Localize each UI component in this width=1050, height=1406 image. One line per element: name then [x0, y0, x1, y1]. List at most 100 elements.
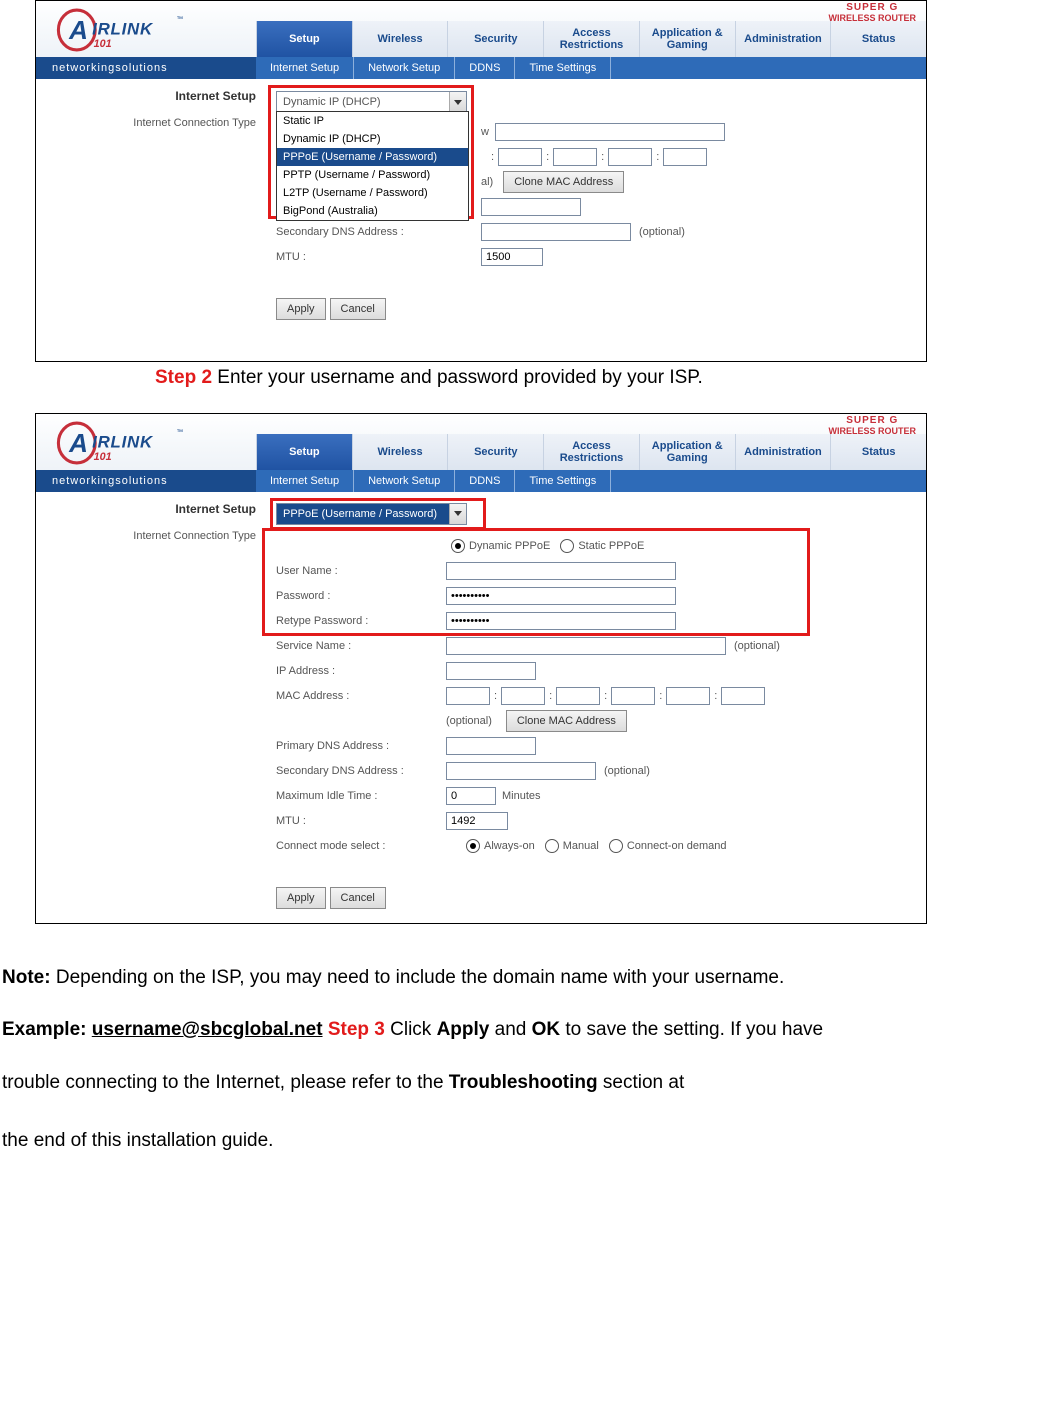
optional-label: (optional) — [631, 226, 685, 238]
brand-logo: A IRLINK 101 ™ — [36, 1, 256, 57]
router-header: A IRLINK 101 ™ networkingsolutions SUPER… — [36, 1, 926, 79]
brand-tagline: networkingsolutions — [36, 57, 256, 79]
idle-unit: Minutes — [496, 790, 541, 802]
sub-nav-2: Internet Setup Network Setup DDNS Time S… — [256, 470, 926, 492]
subnav-ddns-2[interactable]: DDNS — [455, 470, 515, 492]
brand-tagline-2: networkingsolutions — [36, 470, 256, 492]
example-email: username@sbcglobal.net — [92, 1019, 323, 1040]
tab-app-gaming-2[interactable]: Application & Gaming — [639, 434, 735, 470]
mtu-label-2: MTU : — [276, 815, 446, 827]
tab-status-2[interactable]: Status — [830, 434, 926, 470]
section-title: Internet Setup — [36, 87, 256, 111]
svg-text:A: A — [68, 428, 88, 458]
opt-pppoe[interactable]: PPPoE (Username / Password) — [277, 148, 468, 166]
secondary-dns-input-2[interactable] — [446, 762, 596, 780]
subnav-internet-setup-2[interactable]: Internet Setup — [256, 470, 354, 492]
connection-type-select[interactable]: Dynamic IP (DHCP) — [276, 91, 467, 113]
sub-nav: Internet Setup Network Setup DDNS Time S… — [256, 57, 926, 79]
radio-on-demand[interactable]: Connect-on demand — [609, 839, 727, 853]
tab-wireless[interactable]: Wireless — [352, 21, 448, 57]
tab-wireless-2[interactable]: Wireless — [352, 434, 448, 470]
max-idle-input[interactable] — [446, 787, 496, 805]
max-idle-label: Maximum Idle Time : — [276, 790, 446, 802]
tab-access-restrictions[interactable]: Access Restrictions — [543, 21, 639, 57]
tab-administration-2[interactable]: Administration — [735, 434, 831, 470]
svg-text:A: A — [68, 15, 88, 45]
connect-mode-label: Connect mode select : — [276, 840, 446, 852]
mac-4[interactable] — [611, 687, 655, 705]
subnav-internet-setup[interactable]: Internet Setup — [256, 57, 354, 79]
service-name-input[interactable] — [446, 637, 726, 655]
tab-access-restrictions-2[interactable]: Access Restrictions — [543, 434, 639, 470]
mac-seg-6[interactable] — [663, 148, 707, 166]
radio-manual[interactable]: Manual — [545, 839, 599, 853]
subnav-time-settings[interactable]: Time Settings — [515, 57, 611, 79]
mac-1[interactable] — [446, 687, 490, 705]
secondary-dns-label: Secondary DNS Address : — [276, 226, 481, 238]
main-nav-2: Setup Wireless Security Access Restricti… — [256, 434, 926, 470]
mac-address-label: MAC Address : — [276, 690, 446, 702]
conn-type-label-2: Internet Connection Type — [36, 524, 256, 542]
superg-badge-2: SUPER G WIRELESS ROUTER — [828, 416, 916, 436]
note-block: Note: Depending on the ISP, you may need… — [0, 924, 1050, 1190]
primary-dns-input-frag[interactable] — [481, 198, 581, 216]
tab-setup[interactable]: Setup — [256, 21, 352, 57]
highlight-box-credentials — [262, 528, 810, 636]
tab-administration[interactable]: Administration — [735, 21, 831, 57]
secondary-dns-label-2: Secondary DNS Address : — [276, 765, 446, 777]
mtu-input-2[interactable] — [446, 812, 508, 830]
primary-dns-input[interactable] — [446, 737, 536, 755]
svg-text:IRLINK: IRLINK — [92, 20, 154, 39]
hostname-input[interactable] — [495, 123, 725, 141]
connection-type-dropdown: Static IP Dynamic IP (DHCP) PPPoE (Usern… — [276, 111, 469, 221]
opt-bigpond[interactable]: BigPond (Australia) — [277, 202, 468, 220]
tab-security-2[interactable]: Security — [447, 434, 543, 470]
primary-dns-label: Primary DNS Address : — [276, 740, 446, 752]
superg-badge: SUPER G WIRELESS ROUTER — [828, 3, 916, 23]
mac-5[interactable] — [666, 687, 710, 705]
svg-text:™: ™ — [176, 428, 183, 435]
mac-6[interactable] — [721, 687, 765, 705]
chevron-down-icon[interactable] — [449, 92, 466, 112]
radio-always-on[interactable]: Always-on — [466, 839, 535, 853]
tab-status[interactable]: Status — [830, 21, 926, 57]
cancel-button[interactable]: Cancel — [330, 298, 386, 320]
mac-2[interactable] — [501, 687, 545, 705]
hostname-fragment: w — [481, 126, 489, 138]
service-name-label: Service Name : — [276, 640, 446, 652]
mac-seg-3[interactable] — [498, 148, 542, 166]
cancel-button-2[interactable]: Cancel — [330, 887, 386, 909]
optional-sdns: (optional) — [596, 765, 650, 777]
apply-button-2[interactable]: Apply — [276, 887, 326, 909]
apply-button[interactable]: Apply — [276, 298, 326, 320]
tab-setup-2[interactable]: Setup — [256, 434, 352, 470]
subnav-ddns[interactable]: DDNS — [455, 57, 515, 79]
step2-caption: Step 2 Enter your username and password … — [0, 362, 1050, 413]
mac-seg-4[interactable] — [553, 148, 597, 166]
section-title-2: Internet Setup — [36, 500, 256, 524]
mac-optional-fragment: al) — [481, 176, 493, 188]
svg-text:IRLINK: IRLINK — [92, 432, 154, 451]
clone-mac-button[interactable]: Clone MAC Address — [503, 171, 624, 193]
opt-pptp[interactable]: PPTP (Username / Password) — [277, 166, 468, 184]
secondary-dns-input[interactable] — [481, 223, 631, 241]
opt-l2tp[interactable]: L2TP (Username / Password) — [277, 184, 468, 202]
svg-text:101: 101 — [94, 38, 112, 50]
brand-logo-2: A IRLINK 101 ™ — [36, 414, 256, 470]
main-nav: Setup Wireless Security Access Restricti… — [256, 21, 926, 57]
opt-dhcp[interactable]: Dynamic IP (DHCP) — [277, 130, 468, 148]
screenshot-2: A IRLINK 101 ™ networkingsolutions SUPER… — [35, 413, 927, 924]
clone-mac-button-2[interactable]: Clone MAC Address — [506, 710, 627, 732]
opt-static-ip[interactable]: Static IP — [277, 112, 468, 130]
subnav-network-setup[interactable]: Network Setup — [354, 57, 455, 79]
tab-app-gaming[interactable]: Application & Gaming — [639, 21, 735, 57]
optional-service: (optional) — [726, 640, 780, 652]
tab-security[interactable]: Security — [447, 21, 543, 57]
ip-address-label: IP Address : — [276, 665, 446, 677]
mac-3[interactable] — [556, 687, 600, 705]
mac-seg-5[interactable] — [608, 148, 652, 166]
subnav-network-setup-2[interactable]: Network Setup — [354, 470, 455, 492]
subnav-time-settings-2[interactable]: Time Settings — [515, 470, 611, 492]
ip-address-input[interactable] — [446, 662, 536, 680]
mtu-input[interactable] — [481, 248, 543, 266]
